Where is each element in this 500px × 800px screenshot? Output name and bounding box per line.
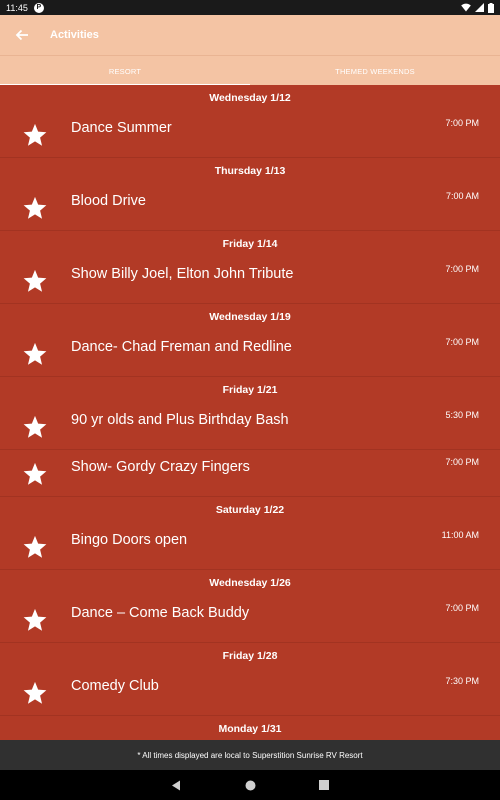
event-title: Comedy Club [71,678,159,694]
star-icon[interactable] [22,680,48,706]
activities-list[interactable]: Wednesday 1/12 Dance Summer 7:00 PM Thursda… [0,85,500,740]
event-time: 7:00 PM [445,337,479,347]
arrow-left-icon [15,29,28,41]
event-row[interactable]: Show- Gordy Crazy Fingers 7:00 PM [0,450,500,497]
status-bar: 11:45 P [0,0,500,15]
star-icon[interactable] [22,534,48,560]
event-title: Show- Gordy Crazy Fingers [71,459,250,475]
app-bar: Activities [0,15,500,55]
event-time: 5:30 PM [445,410,479,420]
event-time: 7:00 PM [445,457,479,467]
timezone-note: * All times displayed are local to Super… [0,740,500,770]
star-icon[interactable] [22,414,48,440]
event-title: Dance – Come Back Buddy [71,605,250,621]
star-icon[interactable] [22,461,48,487]
circle-home-icon [245,780,255,790]
event-time: 7:00 AM [445,191,479,201]
nav-home-button[interactable] [243,778,257,792]
tab-resort[interactable]: RESORT [0,56,250,86]
nav-recents-button[interactable] [317,778,331,792]
wifi-icon [461,3,471,12]
event-title: Bingo Doors open [71,532,188,548]
day-header: Friday 1/14 [222,238,278,250]
star-icon[interactable] [22,122,48,148]
event-time: 7:00 PM [445,603,479,613]
event-row[interactable]: 90 yr olds and Plus Birthday Bash 5:30 PM [0,403,500,450]
page-title: Activities [50,29,99,41]
event-row[interactable]: Comedy Club 7:30 PM [0,669,500,716]
event-row[interactable]: Blood Drive 7:00 AM [0,184,500,231]
signal-icon [475,3,484,12]
event-time: 7:30 PM [445,676,479,686]
battery-icon [488,2,494,13]
day-header: Monday 1/31 [218,723,282,735]
star-icon[interactable] [22,195,48,221]
event-time: 11:00 AM [441,530,479,540]
event-row[interactable]: Dance Summer 7:00 PM [0,111,500,158]
square-recents-icon [319,780,329,790]
event-title: Dance Summer [71,120,172,136]
tab-themed-weekends[interactable]: THEMED WEEKENDS [250,56,500,86]
day-header: Thursday 1/13 [214,165,286,177]
event-title: Dance- Chad Freman and Redline [71,339,292,355]
star-icon[interactable] [22,341,48,367]
star-icon[interactable] [22,268,48,294]
status-time: 11:45 [6,2,28,13]
day-header: Friday 1/28 [222,650,278,662]
event-title: 90 yr olds and Plus Birthday Bash [71,412,289,428]
nav-back-button[interactable] [169,778,183,792]
event-row[interactable]: Dance – Come Back Buddy 7:00 PM [0,596,500,643]
star-icon[interactable] [22,607,48,633]
system-nav-bar [0,770,500,800]
day-header: Wednesday 1/26 [209,577,291,589]
day-header: Saturday 1/22 [215,504,285,516]
event-row[interactable]: Dance- Chad Freman and Redline 7:00 PM [0,330,500,377]
day-header: Wednesday 1/12 [209,92,291,104]
event-time: 7:00 PM [445,118,479,128]
event-row[interactable]: Bingo Doors open 11:00 AM [0,523,500,570]
day-header: Wednesday 1/19 [209,311,291,323]
day-header: Friday 1/21 [222,384,278,396]
event-title: Blood Drive [71,193,146,209]
triangle-back-icon [172,780,180,790]
tab-bar: RESORT THEMED WEEKENDS [0,55,500,86]
notification-app-icon: P [33,2,44,13]
back-button[interactable] [10,23,34,47]
event-time: 7:00 PM [445,264,479,274]
event-title: Show Billy Joel, Elton John Tribute [71,266,294,282]
event-row[interactable]: Show Billy Joel, Elton John Tribute 7:00 … [0,257,500,304]
